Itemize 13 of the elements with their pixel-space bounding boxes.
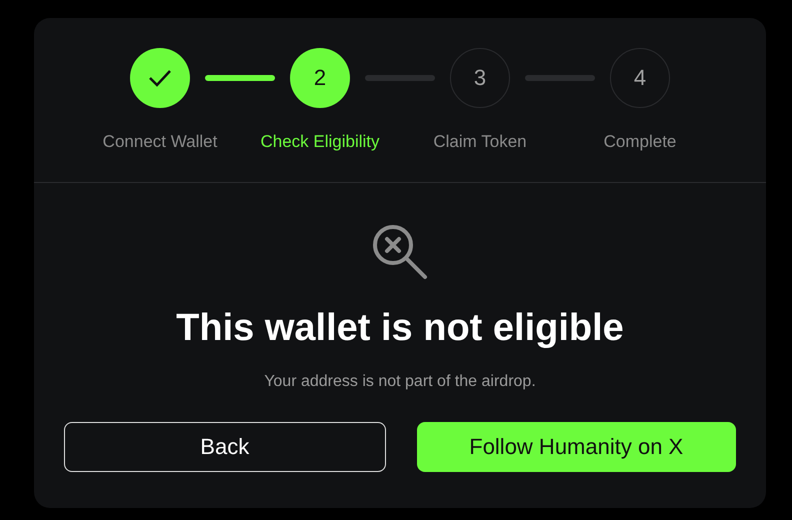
back-button[interactable]: Back: [64, 422, 386, 472]
result-title: This wallet is not eligible: [176, 306, 624, 351]
step-label: Connect Wallet: [102, 132, 218, 152]
follow-button[interactable]: Follow Humanity on X: [416, 422, 736, 472]
step-number: 2: [290, 48, 350, 108]
step-label: Check Eligibility: [260, 132, 380, 152]
result-message: Your address is not part of the airdrop.: [264, 373, 536, 391]
step-number: 4: [610, 48, 670, 108]
step-label: Claim Token: [433, 132, 527, 152]
check-icon: [148, 68, 172, 88]
step-number: 3: [450, 48, 510, 108]
search-icon: [371, 223, 429, 281]
step-label: Complete: [604, 132, 676, 152]
